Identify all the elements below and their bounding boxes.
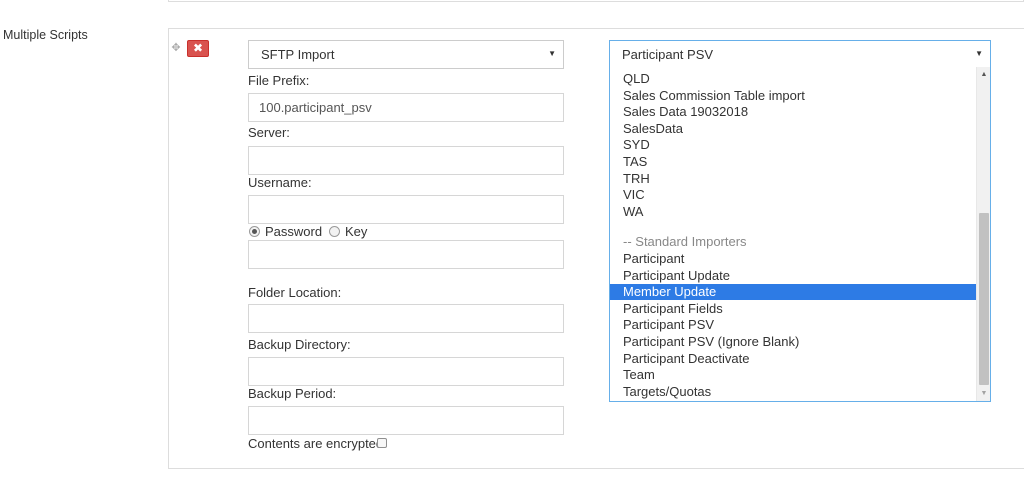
encrypted-label: Contents are encrypted [248,436,384,451]
server-label: Server: [248,125,290,140]
dropdown-option[interactable]: QLD [610,71,977,87]
dropdown-option[interactable]: WA [610,204,977,220]
backup-period-input[interactable] [248,406,564,435]
file-prefix-input[interactable]: 100.participant_psv [248,93,564,122]
dropdown-scrollbar[interactable]: ▲ ▼ [976,67,990,401]
dropdown-option[interactable]: SYD [610,137,977,153]
previous-panel-edge [168,0,1024,2]
auth-input[interactable] [248,240,564,269]
dropdown-option[interactable]: Member Update [610,284,977,301]
dropdown-option[interactable]: Participant Fields [610,301,977,317]
dropdown-option[interactable]: Participant [610,251,977,267]
password-radio-label: Password [265,224,323,239]
scroll-up-arrow-icon[interactable]: ▲ [977,68,990,82]
username-label: Username: [248,175,312,190]
folder-location-input[interactable] [248,304,564,333]
dropdown-option[interactable]: TRH [610,171,977,187]
dropdown-option[interactable]: Sales Data 19032018 [610,104,977,120]
dropdown-option[interactable]: TAS [610,154,977,170]
importer-value: Participant PSV [622,47,714,62]
move-icon[interactable]: ✥ [171,43,181,54]
dropdown-option[interactable]: Targets/Quotas [610,384,977,400]
caret-down-icon: ▼ [548,49,556,58]
server-input[interactable] [248,146,564,175]
dropdown-option[interactable]: Participant Update [610,268,977,284]
scroll-thumb[interactable] [979,213,989,385]
key-radio-label: Key [345,224,368,239]
backup-directory-input[interactable] [248,357,564,386]
dropdown-option[interactable]: Participant Deactivate [610,351,977,367]
dropdown-option[interactable]: Sales Commission Table import [610,88,977,104]
password-radio[interactable] [249,226,260,237]
dropdown-option[interactable]: Participant PSV [610,317,977,333]
caret-down-icon: ▼ [975,49,983,58]
folder-location-label: Folder Location: [248,285,342,300]
importer-dropdown-list[interactable]: QLD Sales Commission Table import Sales Da… [609,67,991,402]
section-label: Multiple Scripts [3,28,88,42]
dropdown-option[interactable]: VIC [610,187,977,203]
encrypted-checkbox[interactable] [377,438,387,448]
dropdown-option[interactable]: SalesData [610,121,977,137]
importer-select[interactable]: Participant PSV ▼ [609,40,991,69]
script-type-value: SFTP Import [261,47,335,62]
dropdown-option[interactable]: Team [610,367,977,383]
backup-directory-label: Backup Directory: [248,337,351,352]
dropdown-option[interactable]: Participant PSV (Ignore Blank) [610,334,977,350]
script-type-select[interactable]: SFTP Import ▼ [248,40,564,69]
close-icon: ✖ [192,41,204,55]
dropdown-group-header: -- Standard Importers [623,234,747,250]
file-prefix-label: File Prefix: [248,73,310,88]
backup-period-label: Backup Period: [248,386,337,401]
key-radio[interactable] [329,226,340,237]
scroll-down-arrow-icon[interactable]: ▼ [977,387,990,401]
remove-script-button[interactable]: ✖ [187,40,209,57]
username-input[interactable] [248,195,564,224]
